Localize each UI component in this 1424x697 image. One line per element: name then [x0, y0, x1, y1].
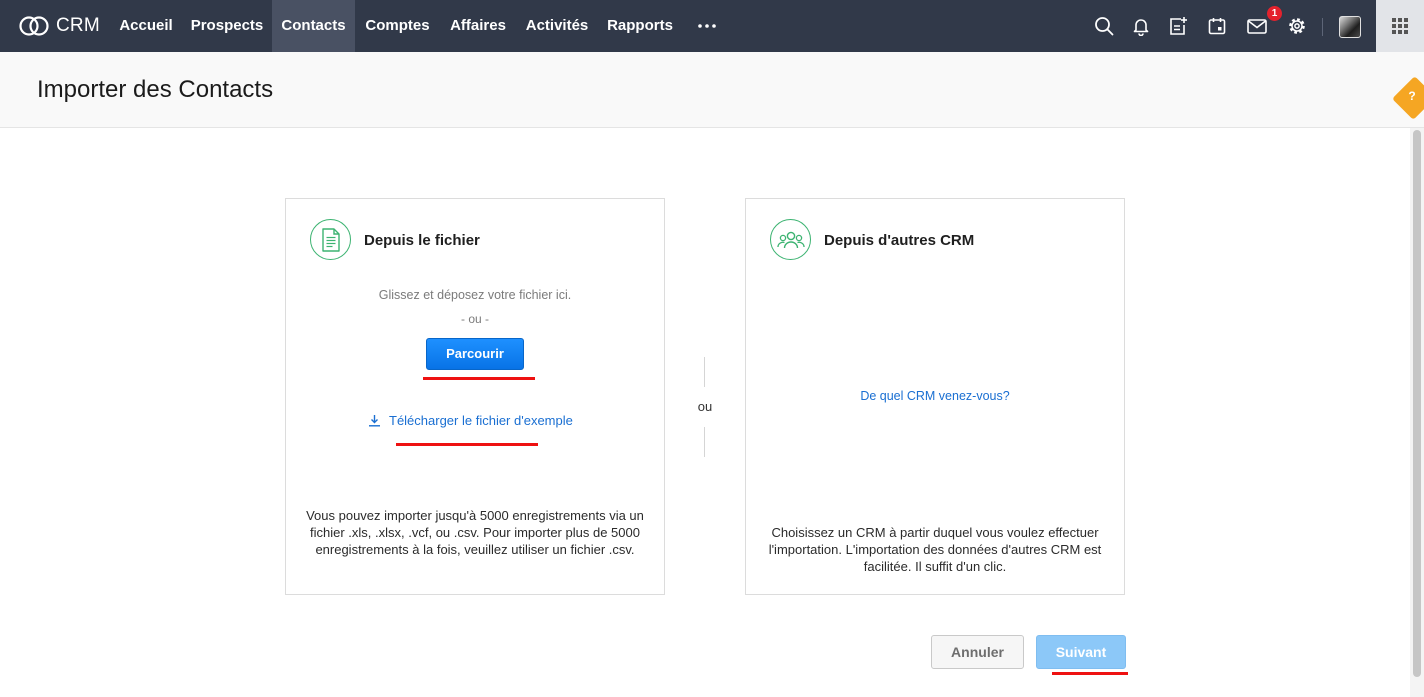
app-name: CRM: [56, 15, 100, 36]
download-icon: [369, 415, 380, 427]
nav-item-accueil[interactable]: Accueil: [110, 0, 182, 52]
separator-line-top: [704, 357, 705, 387]
settings-button[interactable]: [1286, 15, 1308, 37]
notifications-button[interactable]: [1130, 15, 1152, 37]
nav-item-prospects[interactable]: Prospects: [182, 0, 272, 52]
grid-icon: [1392, 18, 1408, 34]
quick-create-button[interactable]: [1167, 15, 1189, 37]
search-button[interactable]: [1093, 15, 1115, 37]
scrollbar-thumb[interactable]: [1413, 130, 1421, 677]
download-sample-label: Télécharger le fichier d'exemple: [389, 413, 573, 428]
calendar-button[interactable]: [1206, 15, 1228, 37]
crm-import-note: Choisissez un CRM à partir duquel vous v…: [768, 525, 1102, 574]
from-file-title: Depuis le fichier: [364, 232, 480, 249]
drop-zone-hint: Glissez et déposez votre fichier ici.: [378, 288, 572, 302]
mail-icon: [1247, 19, 1267, 34]
separator-or: ou: [697, 399, 713, 414]
calendar-icon: [1208, 18, 1226, 35]
apps-menu-button[interactable]: [1376, 0, 1424, 52]
top-navigation-bar: CRM Accueil Prospects Contacts Comptes A…: [0, 0, 1424, 52]
search-icon: [1095, 17, 1114, 36]
nav-divider: [1322, 18, 1323, 36]
annotation-underline-next: [1052, 672, 1128, 675]
users-icon: [770, 219, 811, 260]
crm-logo-icon: [19, 16, 49, 36]
next-button[interactable]: Suivant: [1036, 635, 1126, 669]
annotation-underline-browse: [423, 377, 535, 380]
browse-button[interactable]: Parcourir: [426, 338, 524, 370]
gear-icon: [1289, 18, 1305, 34]
more-menu-button[interactable]: [696, 0, 718, 52]
mail-button[interactable]: [1246, 15, 1268, 37]
add-note-icon: [1170, 17, 1187, 35]
help-icon: ?: [1408, 89, 1416, 103]
ellipsis-icon: [698, 24, 716, 28]
nav-item-contacts[interactable]: Contacts: [272, 0, 355, 52]
crm-logo[interactable]: CRM: [18, 0, 100, 52]
separator-line-bottom: [704, 427, 705, 457]
nav-item-comptes[interactable]: Comptes: [355, 0, 440, 52]
import-from-file-card: Depuis le fichier Glissez et déposez vot…: [285, 198, 665, 595]
nav-item-activites[interactable]: Activités: [516, 0, 598, 52]
download-sample-link[interactable]: Télécharger le fichier d'exemple: [368, 413, 573, 428]
user-avatar[interactable]: [1339, 16, 1361, 38]
page-header: Importer des Contacts: [0, 52, 1424, 128]
nav-item-affaires[interactable]: Affaires: [440, 0, 516, 52]
from-crm-title: Depuis d'autres CRM: [824, 232, 975, 249]
which-crm-link[interactable]: De quel CRM venez-vous?: [746, 389, 1124, 403]
or-label: - ou -: [460, 312, 489, 326]
nav-item-rapports[interactable]: Rapports: [598, 0, 682, 52]
import-from-crm-card: Depuis d'autres CRM De quel CRM venez-vo…: [745, 198, 1125, 595]
mail-badge: 1: [1267, 6, 1282, 21]
file-import-note: Vous pouvez importer jusqu'à 5000 enregi…: [306, 508, 644, 557]
document-icon: [310, 219, 351, 260]
annotation-underline-download: [396, 443, 538, 446]
page-title: Importer des Contacts: [37, 76, 274, 103]
bell-icon: [1133, 19, 1149, 36]
cancel-button[interactable]: Annuler: [931, 635, 1024, 669]
